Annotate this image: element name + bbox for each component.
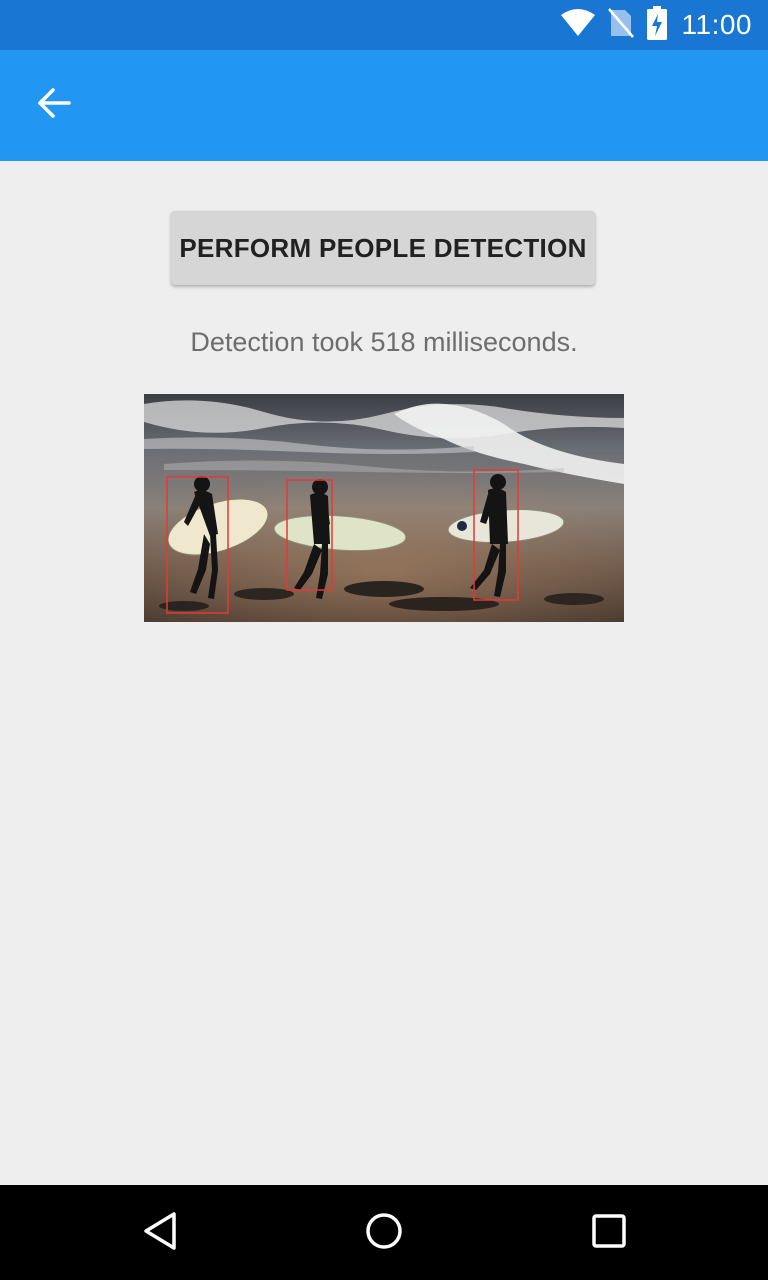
- back-button[interactable]: [22, 73, 86, 137]
- app-bar: [0, 50, 768, 161]
- detection-time-text: Detection took 518 milliseconds.: [190, 327, 578, 357]
- nav-recents-button[interactable]: [583, 1207, 635, 1259]
- wifi-icon: [560, 8, 596, 42]
- back-triangle-icon: [142, 1211, 178, 1256]
- nav-home-button[interactable]: [358, 1207, 410, 1259]
- home-circle-icon: [364, 1211, 404, 1256]
- perform-people-detection-button[interactable]: PERFORM PEOPLE DETECTION: [171, 211, 595, 285]
- status-time: 11:00: [681, 9, 752, 40]
- no-sim-icon: [607, 7, 634, 43]
- navigation-bar: [0, 1185, 768, 1280]
- nav-back-button[interactable]: [134, 1207, 186, 1259]
- detection-result-image: [144, 394, 624, 622]
- main-content: PERFORM PEOPLE DETECTION Detection took …: [0, 161, 768, 1185]
- status-icons: 11:00: [560, 0, 753, 50]
- battery-charging-icon: [646, 5, 668, 45]
- arrow-back-icon: [37, 86, 71, 125]
- status-bar: 11:00: [0, 0, 768, 50]
- recents-square-icon: [591, 1213, 627, 1254]
